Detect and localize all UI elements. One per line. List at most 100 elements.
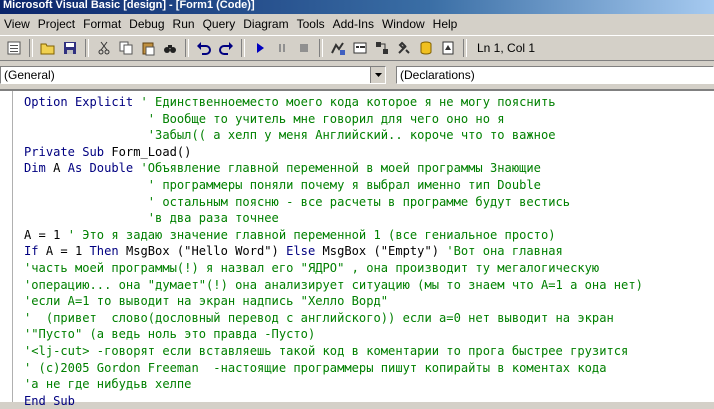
undo-icon[interactable] bbox=[193, 37, 215, 59]
project-explorer-icon[interactable] bbox=[3, 37, 25, 59]
chevron-down-icon[interactable] bbox=[370, 67, 385, 83]
code-line: Dim A As Double 'Объявление главной пере… bbox=[24, 160, 643, 177]
menu-tools[interactable]: Tools bbox=[293, 17, 329, 31]
code-line: ' (c)2005 Gordon Freeman -настоящие прог… bbox=[24, 360, 643, 377]
visual-component-icon[interactable] bbox=[437, 37, 459, 59]
code-keyword: If bbox=[24, 244, 46, 259]
code-token: Form_Load() bbox=[111, 144, 192, 159]
code-line: ' программеры поняли почему я выбрал име… bbox=[24, 177, 643, 194]
menu-view[interactable]: View bbox=[0, 17, 34, 31]
menu-query[interactable]: Query bbox=[199, 17, 240, 31]
code-comment: ' Единственноеместо моего кода которое я… bbox=[140, 95, 556, 109]
code-comment: 'если А=1 то выводит на экран надпись "Х… bbox=[24, 294, 389, 309]
menu-window[interactable]: Window bbox=[378, 17, 429, 31]
code-line: ' остальным поясню - все расчеты в прогр… bbox=[24, 194, 643, 211]
code-editor[interactable]: Option Explicit ' Единственноеместо моег… bbox=[0, 89, 714, 408]
code-line: If A = 1 Then MsgBox ("Hello Word") Else… bbox=[24, 243, 643, 260]
cursor-position: Ln 1, Col 1 bbox=[477, 41, 536, 55]
code-comment: '"Пусто" (а ведь ноль это правда -Пусто) bbox=[24, 327, 316, 342]
code-comment: ' программеры поняли почему я выбрал име… bbox=[147, 177, 541, 192]
code-comment: ' Это я задаю значение главной переменно… bbox=[67, 227, 556, 242]
code-line: 'Забыл(( а хелп у меня Английский.. коро… bbox=[24, 127, 643, 144]
procedure-combo-value: (Declarations) bbox=[400, 68, 475, 82]
code-comment: 'а не где нибудьв хелпе bbox=[24, 377, 192, 392]
stop-icon[interactable] bbox=[293, 37, 315, 59]
code-comment: 'Забыл(( а хелп у меня Английский.. коро… bbox=[147, 128, 556, 143]
code-line: 'часть моей программы(!) я назвал его "Я… bbox=[24, 260, 643, 277]
code-keyword: Private Sub bbox=[24, 144, 112, 159]
code-line: 'операцию... она "думает"(!) она анализи… bbox=[24, 277, 643, 294]
code-comment: ' (привет слово(дословный перевод с англ… bbox=[24, 310, 614, 325]
code-comment: 'операцию... она "думает"(!) она анализи… bbox=[24, 277, 643, 292]
code-comment: ' Вообще то учитель мне говорил для чего… bbox=[147, 111, 505, 126]
code-line: 'в два раза точнее bbox=[24, 210, 643, 227]
code-token: A = 1 bbox=[24, 227, 68, 242]
code-token: MsgBox ("Empty") bbox=[322, 244, 447, 259]
save-icon[interactable] bbox=[59, 37, 81, 59]
menu-help[interactable]: Help bbox=[429, 17, 462, 31]
copy-icon[interactable] bbox=[115, 37, 137, 59]
code-keyword: Then bbox=[89, 244, 126, 259]
design-icon[interactable] bbox=[327, 37, 349, 59]
code-line: '<lj-cut> -говорят если вставляешь такой… bbox=[24, 343, 643, 360]
code-line: '"Пусто" (а ведь ноль это правда -Пусто) bbox=[24, 326, 643, 343]
menu-run[interactable]: Run bbox=[169, 17, 199, 31]
toolbar-separator bbox=[241, 39, 245, 57]
cut-icon[interactable] bbox=[93, 37, 115, 59]
code-keyword: End Sub bbox=[24, 393, 75, 408]
code-comment: 'Вот она главная bbox=[446, 244, 563, 259]
standard-toolbar: Ln 1, Col 1 bbox=[0, 35, 714, 61]
code-comment: ' (c)2005 Gordon Freeman -настоящие прог… bbox=[24, 360, 607, 375]
toolbar-separator bbox=[319, 39, 323, 57]
code-line: ' Вообще то учитель мне говорил для чего… bbox=[24, 111, 643, 128]
object-combo[interactable]: (General) bbox=[0, 66, 386, 84]
code-comment: 'в два раза точнее bbox=[147, 211, 279, 226]
code-token: MsgBox ("Hello Word") bbox=[125, 244, 287, 259]
code-comment: 'Объявление главной переменной в моей пр… bbox=[140, 161, 541, 176]
run-icon[interactable] bbox=[249, 37, 271, 59]
menu-project[interactable]: Project bbox=[34, 17, 79, 31]
toolbar-separator bbox=[29, 39, 33, 57]
code-keyword: Else bbox=[286, 244, 323, 259]
menu-format[interactable]: Format bbox=[79, 17, 125, 31]
code-line: 'если А=1 то выводит на экран надпись "Х… bbox=[24, 293, 643, 310]
code-line: Option Explicit ' Единственноеместо моег… bbox=[24, 94, 643, 111]
procedure-combo[interactable]: (Declarations) bbox=[396, 66, 714, 84]
object-combo-value: (General) bbox=[4, 68, 55, 82]
pause-icon[interactable] bbox=[271, 37, 293, 59]
code-keyword: Option Explicit bbox=[24, 95, 141, 109]
menu-debug[interactable]: Debug bbox=[125, 17, 168, 31]
window-title: Microsoft Visual Basic [design] - [Form1… bbox=[0, 0, 714, 14]
code-comment: 'часть моей программы(!) я назвал его "Я… bbox=[24, 260, 600, 275]
properties-icon[interactable] bbox=[349, 37, 371, 59]
code-comment: '<lj-cut> -говорят если вставляешь такой… bbox=[24, 343, 629, 358]
menu-diagram[interactable]: Diagram bbox=[239, 17, 292, 31]
code-token: A bbox=[53, 161, 68, 176]
menu-add-ins[interactable]: Add-Ins bbox=[329, 17, 378, 31]
code-line: Private Sub Form_Load() bbox=[24, 144, 643, 161]
toolbar-separator bbox=[463, 39, 467, 57]
code-text[interactable]: Option Explicit ' Единственноеместо моег… bbox=[24, 94, 643, 409]
redo-icon[interactable] bbox=[215, 37, 237, 59]
data-view-icon[interactable] bbox=[415, 37, 437, 59]
find-icon[interactable] bbox=[159, 37, 181, 59]
paste-icon[interactable] bbox=[137, 37, 159, 59]
object-browser-icon[interactable] bbox=[371, 37, 393, 59]
code-line: End Sub bbox=[24, 393, 643, 409]
code-keyword: Dim bbox=[24, 161, 54, 176]
code-line: 'а не где нибудьв хелпе bbox=[24, 376, 643, 393]
code-line: ' (привет слово(дословный перевод с англ… bbox=[24, 310, 643, 327]
code-keyword: As Double bbox=[67, 161, 141, 176]
menu-bar: View Project Format Debug Run Query Diagram Too… bbox=[0, 14, 714, 34]
open-icon[interactable] bbox=[37, 37, 59, 59]
toolbar-separator bbox=[185, 39, 189, 57]
code-comment: ' остальным поясню - все расчеты в прогр… bbox=[147, 194, 571, 209]
margin-indicator-bar[interactable] bbox=[0, 91, 13, 402]
code-combo-row: (General) (Declarations) bbox=[0, 62, 714, 88]
toolbox-icon[interactable] bbox=[393, 37, 415, 59]
